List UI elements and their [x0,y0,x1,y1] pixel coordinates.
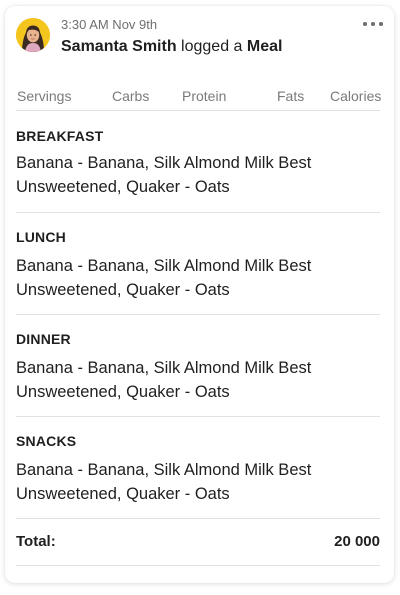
meal-title-breakfast: BREAKFAST [16,128,104,144]
meal-log-card: 3:30 AM Nov 9th Samanta Smith logged a M… [5,6,394,583]
column-servings: Servings [17,88,72,104]
nutrition-column-headers: Servings Carbs Protein Fats Calories [17,88,384,112]
meal-items-lunch: Banana - Banana, Silk Almond Milk Best U… [16,257,312,299]
divider [16,314,380,315]
avatar[interactable] [16,18,50,52]
total-value: 20 000 [334,533,380,550]
column-fats: Fats [277,88,305,104]
object-text: Meal [246,38,283,55]
meal-title-snacks: SNACKS [16,433,77,449]
divider [16,212,380,213]
divider [16,416,380,417]
meal-items-snacks: Banana - Banana, Silk Almond Milk Best U… [16,461,312,503]
post-header: 3:30 AM Nov 9th Samanta Smith logged a M… [16,17,384,61]
total-label: Total: [16,533,56,550]
meal-title-dinner: DINNER [16,331,71,347]
user-name[interactable]: Samanta Smith [61,38,177,55]
post-timestamp: 3:30 AM Nov 9th [61,17,158,32]
more-options-button[interactable] [362,17,384,31]
column-protein: Protein [182,88,227,104]
divider [16,565,380,566]
meal-items-breakfast: Banana - Banana, Silk Almond Milk Best U… [16,154,312,196]
more-dot [379,22,383,26]
meal-items-dinner: Banana - Banana, Silk Almond Milk Best U… [16,359,312,401]
more-dot [371,22,375,26]
action-text: logged a [181,38,243,55]
more-horizontal-icon [363,22,367,26]
column-carbs: Carbs [112,88,150,104]
meal-title-lunch: LUNCH [16,229,66,245]
avatar-portrait-icon [16,18,50,52]
post-headline: Samanta Smith logged a Meal [61,37,282,57]
divider [16,518,380,519]
divider [16,110,380,111]
column-calories: Calories [330,88,382,104]
